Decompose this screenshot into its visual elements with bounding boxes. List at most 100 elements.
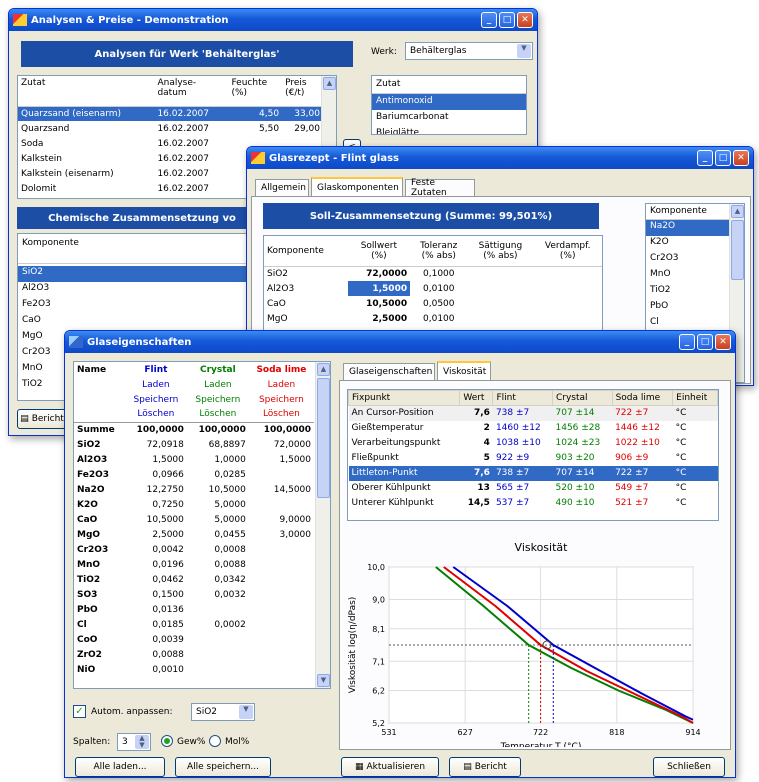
table-cell: Gießtemperatur (351, 423, 424, 433)
table-row[interactable]: K2O 0,7250 5,0000 (74, 497, 314, 512)
close-button[interactable]: ✕ (733, 150, 749, 166)
table-row[interactable]: Na2O 12,2750 10,5000 14,5000 (74, 482, 314, 497)
column-header[interactable]: Sollwert (%) (348, 236, 410, 266)
autom-checkbox[interactable]: ✓ (73, 705, 86, 718)
table-row[interactable]: CoO 0,0039 (74, 632, 314, 647)
column-header[interactable]: Soda lime (611, 390, 674, 406)
spalten-stepper[interactable]: 3 ▲ ▼ (117, 733, 151, 751)
action-link[interactable]: Speichern (249, 392, 314, 407)
table-cell: 72,0000 (273, 439, 311, 450)
table-row[interactable]: CaO 10,5000 5,0000 9,0000 (74, 512, 314, 527)
action-link[interactable]: Laden (249, 377, 314, 392)
list-item[interactable]: Bleiglätte (372, 126, 526, 134)
table-row[interactable]: Quarzsand (eisenarm) 16.02.2007 4,50 33,00 (18, 106, 323, 121)
list-item[interactable]: SiO2 (18, 266, 256, 282)
action-link[interactable]: Löschen (125, 407, 187, 422)
bericht-button[interactable]: ▤ Bericht (17, 409, 67, 429)
table-row[interactable]: Al2O3 1,5000 1,0000 1,5000 (74, 452, 314, 467)
column-header[interactable]: Verdampf. (%) (533, 236, 602, 266)
action-link[interactable]: Laden (125, 377, 187, 392)
action-link[interactable]: Laden (187, 377, 249, 392)
maximize-button[interactable]: □ (697, 334, 713, 350)
maximize-button[interactable]: □ (715, 150, 731, 166)
table-row[interactable]: MnO 0,0196 0,0088 (74, 557, 314, 572)
tab-2[interactable]: Feste Zutaten (405, 178, 475, 198)
table-row[interactable]: Verarbeitungspunkt 4 1038 ±10 1024 ±23 1022 … (349, 436, 718, 451)
close-button[interactable]: ✕ (715, 334, 731, 350)
table-row[interactable]: An Cursor-Position 7,6 738 ±7 707 ±14 722 ±7… (348, 405, 718, 421)
close-button[interactable]: ✕ (517, 12, 533, 28)
werk-select[interactable]: Behälterglas ▼ (405, 42, 533, 60)
mol-radio[interactable] (209, 735, 221, 747)
column-header[interactable]: Crystal (552, 390, 613, 406)
table-row[interactable]: CaO 10,5000 0,0500 (264, 296, 602, 311)
table-cell[interactable]: 72,0000 (348, 266, 410, 281)
list-item[interactable]: Bariumcarbonat (372, 110, 526, 126)
column-header[interactable]: Preis (€/t) (282, 76, 323, 106)
table-row[interactable]: NiO 0,0010 (74, 662, 314, 677)
tab-0[interactable]: Allgemein (255, 179, 309, 196)
column-header[interactable]: Zutat (18, 76, 154, 106)
column-header[interactable]: Toleranz (% abs) (410, 236, 467, 266)
table-row[interactable]: Unterer Kühlpunkt 14,5 537 ±7 490 ±10 521 ±7… (349, 496, 718, 511)
column-header[interactable]: Analyse- datum (154, 76, 228, 106)
table-cell[interactable]: 2,5000 (348, 311, 410, 326)
table-row[interactable]: ZrO2 0,0088 (74, 647, 314, 662)
table-row[interactable]: Oberer Kühlpunkt 13 565 ±7 520 ±10 549 ±7 °C (349, 481, 718, 496)
viskositaet-chart[interactable]: Viskosität 5,2 6,2 7,1 8,1 9,0 10,0 531 627 722 81… (343, 527, 723, 747)
list-item[interactable]: Al2O3 (18, 282, 256, 298)
table-row[interactable]: Gießtemperatur 2 1460 ±12 1456 ±28 1446 ±12 °… (349, 421, 718, 436)
tab-glaseigenschaften[interactable]: Glaseigenschaften (343, 363, 435, 380)
maximize-button[interactable]: □ (499, 12, 515, 28)
minimize-button[interactable]: _ (697, 150, 713, 166)
column-header[interactable]: Fixpunkt (348, 390, 461, 406)
table-row[interactable]: Cr2O3 0,0042 0,0008 (74, 542, 314, 557)
table-row[interactable]: Littleton-Punkt 7,6 738 ±7 707 ±14 722 ±7 °C (348, 465, 718, 481)
minimize-button[interactable]: _ (481, 12, 497, 28)
list-item[interactable]: Antimonoxid (372, 94, 526, 110)
glasrezept-titlebar[interactable]: Glasrezept - Flint glass _ □ ✕ (247, 147, 753, 169)
table-row[interactable]: SO3 0,1500 0,0032 (74, 587, 314, 602)
column-header[interactable]: Flint (492, 390, 553, 406)
table-row[interactable]: MgO 2,5000 0,0100 (264, 311, 602, 326)
column-header[interactable]: Feuchte (%) (228, 76, 282, 106)
tab-viskositaet[interactable]: Viskosität (437, 361, 491, 380)
alle-laden-button[interactable]: Alle laden... (75, 757, 165, 777)
table-cell[interactable]: 1,5000 (347, 281, 411, 296)
table-row[interactable]: SiO2 72,0000 0,1000 (264, 266, 602, 281)
analysen-titlebar[interactable]: Analysen & Preise - Demonstration _ □ ✕ (9, 9, 537, 31)
action-link[interactable]: Löschen (249, 407, 314, 422)
scrollbar[interactable]: ▲ ▼ (315, 362, 330, 688)
table-row[interactable]: Fließpunkt 5 922 ±9 903 ±20 906 ±9 °C (349, 451, 718, 466)
action-link[interactable]: Löschen (187, 407, 249, 422)
table-row[interactable]: MgO 2,5000 0,0455 3,0000 (74, 527, 314, 542)
alle-speichern-button[interactable]: Alle speichern... (175, 757, 271, 777)
table-cell: K2O (77, 499, 98, 510)
schliessen-button[interactable]: Schließen (653, 757, 725, 777)
table-row[interactable]: Fe2O3 0,0966 0,0285 (74, 467, 314, 482)
aktualisieren-button[interactable]: ▦ Aktualisieren (341, 757, 439, 777)
table-row[interactable]: Cl 0,0185 0,0002 (74, 617, 314, 632)
table-cell[interactable]: 10,5000 (348, 296, 410, 311)
column-header[interactable]: Komponente (264, 236, 348, 266)
list-item[interactable]: Fe2O3 (18, 298, 256, 314)
table-row[interactable]: Quarzsand 16.02.2007 5,50 29,00 (18, 121, 323, 136)
table-row[interactable]: TiO2 0,0462 0,0342 (74, 572, 314, 587)
table-row[interactable]: Summe 100,0000 100,0000 100,0000 (74, 422, 314, 437)
table-row[interactable]: Al2O3 1,5000 0,0100 (264, 281, 602, 296)
table-cell: 7,6 (459, 465, 493, 481)
glaseigenschaften-titlebar[interactable]: Glaseigenschaften _ □ ✕ (65, 331, 735, 353)
action-link[interactable]: Speichern (125, 392, 187, 407)
minimize-button[interactable]: _ (679, 334, 695, 350)
list-item[interactable]: CaO (18, 314, 256, 330)
gew-radio[interactable] (161, 735, 173, 747)
action-link[interactable]: Speichern (187, 392, 249, 407)
bericht-button-2[interactable]: ▤ Bericht (449, 757, 521, 777)
table-row[interactable]: SiO2 72,0918 68,8897 72,0000 (74, 437, 314, 452)
column-header[interactable]: Einheit (672, 390, 718, 406)
column-header[interactable]: Sättigung (% abs) (467, 236, 533, 266)
table-row[interactable]: PbO 0,0136 (74, 602, 314, 617)
autom-select[interactable]: SiO2 ▼ (191, 703, 255, 721)
tab-1[interactable]: Glaskomponenten (311, 177, 403, 196)
column-header[interactable]: Wert (459, 390, 494, 406)
